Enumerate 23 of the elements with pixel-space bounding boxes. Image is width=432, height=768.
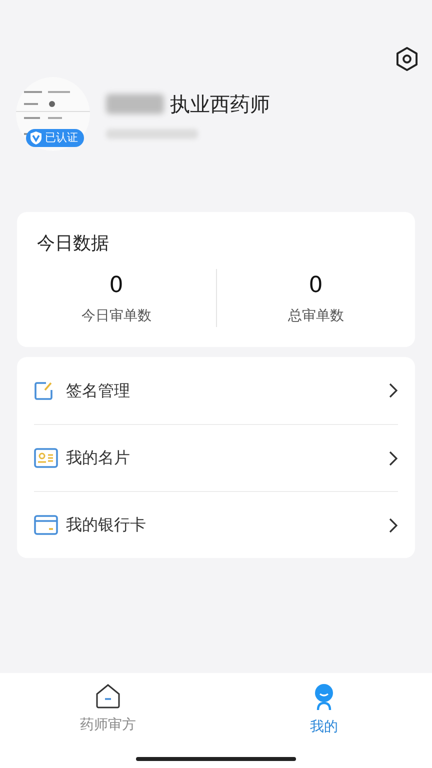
id-card-icon [34, 448, 58, 468]
stat-value: 0 [308, 272, 323, 300]
stat-label: 总审单数 [288, 307, 344, 326]
chevron-right-icon [389, 450, 398, 466]
person-icon [312, 683, 336, 711]
stat-label: 今日审单数 [81, 307, 152, 326]
home-icon [95, 683, 121, 709]
verified-badge: 已认证 [26, 129, 84, 147]
settings-icon[interactable] [394, 46, 420, 72]
tab[interactable]: 药师审方 [0, 683, 216, 768]
tab[interactable]: 我的 [216, 683, 432, 768]
menu-item[interactable]: 我的名片 [34, 424, 398, 491]
menu-item[interactable]: 我的银行卡 [34, 491, 398, 558]
shield-v-icon [29, 131, 43, 145]
menu-item[interactable]: 签名管理 [34, 357, 398, 424]
blurred-name [106, 94, 164, 114]
profile-title: 执业西药师 [170, 91, 270, 118]
chevron-right-icon [389, 518, 398, 532]
stats-title: 今日数据 [36, 232, 110, 256]
bank-card-icon [34, 515, 58, 535]
stat-value: 0 [109, 272, 124, 300]
edit-icon [34, 380, 54, 400]
chevron-right-icon [389, 383, 398, 398]
